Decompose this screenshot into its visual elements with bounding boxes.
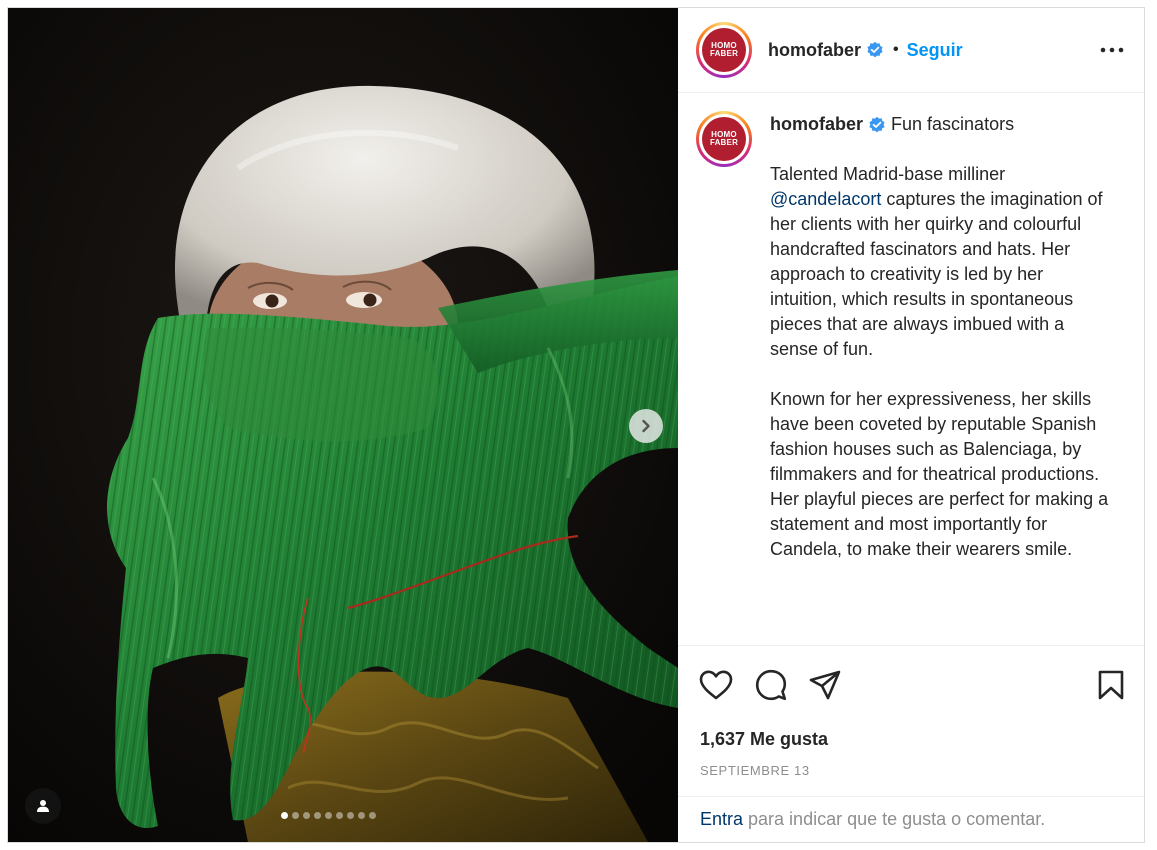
caption-section: HOMO FABER homofaber Fun fascinators Tal… (678, 93, 1144, 646)
chevron-right-icon (642, 419, 650, 433)
verified-badge-icon (868, 116, 886, 134)
carousel-dot (336, 812, 343, 819)
login-prompt: Entra para indicar que te gusta o coment… (678, 796, 1144, 842)
bookmark-icon (1098, 670, 1124, 700)
separator-dot: • (893, 41, 899, 58)
post-header: HOMO FABER homofaber • Seguir (678, 8, 1144, 93)
caption-story-ring[interactable]: HOMO FABER (696, 111, 752, 167)
more-options-button[interactable] (1096, 43, 1128, 57)
carousel-indicator (281, 812, 376, 819)
user-tag-icon (37, 800, 49, 812)
action-bar (678, 646, 1144, 724)
like-button[interactable] (699, 670, 733, 700)
carousel-dot (347, 812, 354, 819)
post-media (8, 8, 678, 842)
carousel-dot (358, 812, 365, 819)
heart-icon (699, 670, 733, 700)
mention-link[interactable]: @candelacort (770, 189, 881, 209)
post-side-panel: HOMO FABER homofaber • Seguir HOMO FABER… (678, 8, 1144, 842)
post-date[interactable]: SEPTIEMBRE 13 (678, 756, 1144, 786)
header-username[interactable]: homofaber (768, 40, 861, 61)
verified-badge-icon (866, 41, 884, 59)
like-count[interactable]: 1,637 Me gusta (678, 724, 1144, 754)
caption-username[interactable]: homofaber (770, 112, 863, 137)
caption-avatar: HOMO FABER (702, 117, 746, 161)
share-button[interactable] (809, 670, 841, 700)
carousel-dot (325, 812, 332, 819)
caption-title: Fun fascinators (891, 114, 1015, 134)
save-button[interactable] (1098, 670, 1124, 700)
comment-icon (755, 669, 787, 701)
caption-paragraph-1: Talented Madrid-base milliner @candelaco… (770, 164, 1103, 359)
carousel-dot (292, 812, 299, 819)
user-tag-button[interactable] (25, 788, 61, 824)
caption-paragraph-2: Known for her expressiveness, her skills… (770, 389, 1109, 559)
avatar: HOMO FABER (702, 28, 746, 72)
carousel-dot (281, 812, 288, 819)
share-icon (809, 670, 841, 700)
login-link[interactable]: Entra (700, 809, 743, 830)
follow-button[interactable]: Seguir (907, 40, 963, 61)
carousel-dot (369, 812, 376, 819)
carousel-dot (303, 812, 310, 819)
instagram-post: HOMO FABER homofaber • Seguir HOMO FABER… (7, 7, 1145, 843)
comment-button[interactable] (755, 669, 787, 701)
more-options-icon (1100, 47, 1124, 53)
post-photo (8, 8, 678, 842)
carousel-dot (314, 812, 321, 819)
caption-text: homofaber Fun fascinators Talented Madri… (770, 109, 1115, 645)
story-ring[interactable]: HOMO FABER (696, 22, 752, 78)
carousel-next-button[interactable] (629, 409, 663, 443)
